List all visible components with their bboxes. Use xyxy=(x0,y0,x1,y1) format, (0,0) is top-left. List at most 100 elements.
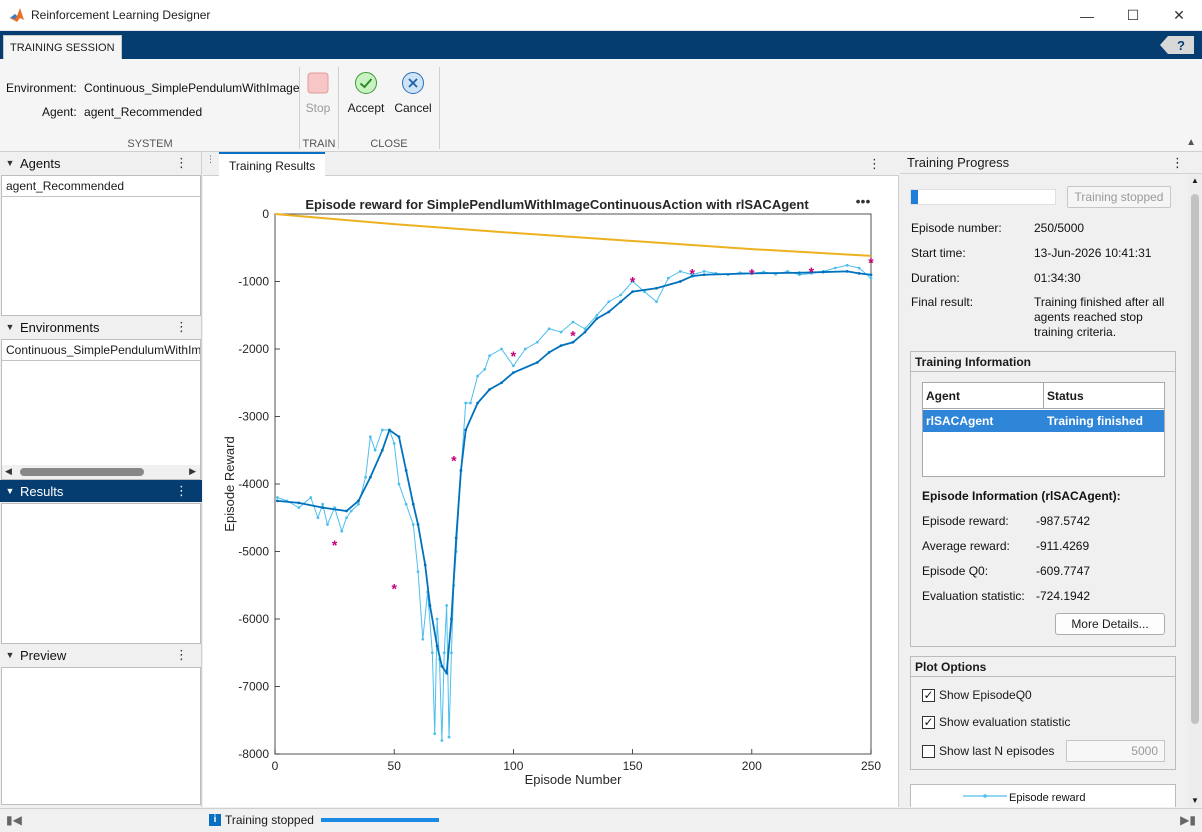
x-tick-label: 150 xyxy=(623,759,643,773)
toolstrip-tabs: TRAINING SESSION ? xyxy=(0,31,1202,59)
scrollbar-thumb[interactable] xyxy=(20,468,144,476)
data-point xyxy=(364,475,367,479)
last-n-episodes-field[interactable]: 5000 xyxy=(1066,740,1165,762)
system-section-label: SYSTEM xyxy=(127,138,173,150)
y-tick-label: -3000 xyxy=(238,410,269,424)
tab-training-results[interactable]: Training Results xyxy=(219,152,326,176)
environments-header-label: Environments xyxy=(20,319,100,335)
more-details-button[interactable]: More Details... xyxy=(1055,613,1165,635)
x-tick-label: 50 xyxy=(388,759,402,773)
minimize-button[interactable]: — xyxy=(1064,0,1110,31)
chevron-down-icon: ▼ xyxy=(5,650,15,660)
data-point xyxy=(469,401,472,405)
evaluation-statistic-point: * xyxy=(868,255,874,271)
toolstrip-divider xyxy=(439,67,440,149)
results-list xyxy=(1,503,201,644)
preview-header[interactable]: ▼ Preview ⋮ xyxy=(0,644,202,666)
evaluation-statistic-point: * xyxy=(809,264,815,280)
tab-training-session[interactable]: TRAINING SESSION xyxy=(3,35,122,59)
agents-header[interactable]: ▼ Agents ⋮ xyxy=(0,152,202,174)
data-point xyxy=(512,371,515,375)
accept-button[interactable]: Accept xyxy=(343,71,389,115)
agent-row: Agent: agent_Recommended xyxy=(42,105,202,119)
environment-value: Continuous_SimplePendulumWithImage xyxy=(84,81,300,95)
training-information-group: Training Information Agent Status rlSACA… xyxy=(910,351,1176,647)
duration-value: 01:34:30 xyxy=(1034,271,1081,285)
panel-title-label: Training Progress xyxy=(907,155,1010,170)
plot-frame xyxy=(274,213,872,755)
collapse-right-icon[interactable]: ▶▮ xyxy=(1180,813,1196,827)
duration-label: Duration: xyxy=(911,271,960,285)
data-point xyxy=(450,651,453,655)
more-options-icon[interactable]: ••• xyxy=(856,193,871,209)
results-header[interactable]: ▼ Results ⋮ xyxy=(0,480,202,502)
data-point xyxy=(845,269,849,273)
data-point xyxy=(583,330,587,334)
kebab-menu-icon[interactable]: ⋮ xyxy=(175,483,188,499)
data-point xyxy=(326,523,329,526)
environment-row: Environment: Continuous_SimplePendulumWi… xyxy=(6,81,300,95)
vertical-scrollbar[interactable]: ▲ ▼ xyxy=(1188,174,1202,807)
show-q0-checkbox[interactable]: ✓ Show EpisodeQ0 xyxy=(922,688,1032,702)
training-stopped-button[interactable]: Training stopped xyxy=(1067,186,1171,208)
training-progress-bar xyxy=(910,189,1056,205)
show-eval-label: Show evaluation statistic xyxy=(939,715,1071,729)
data-point xyxy=(297,506,301,510)
episode-q0-label: Episode Q0: xyxy=(922,564,989,578)
environments-header[interactable]: ▼ Environments ⋮ xyxy=(0,316,202,338)
scrollbar-thumb[interactable] xyxy=(1191,194,1199,724)
scroll-right-icon[interactable]: ▶ xyxy=(189,466,196,477)
toolstrip-divider xyxy=(338,67,339,149)
collapse-left-icon[interactable]: ▮◀ xyxy=(6,813,22,827)
stop-button[interactable]: Stop xyxy=(295,71,341,115)
list-item[interactable]: Continuous_SimplePendulumWithIm xyxy=(2,340,200,361)
y-tick-label: -7000 xyxy=(238,680,269,694)
data-point xyxy=(500,381,503,385)
collapse-toolstrip-icon[interactable]: ▲ xyxy=(1186,137,1196,148)
data-point xyxy=(535,361,539,364)
list-item[interactable]: agent_Recommended xyxy=(2,176,200,197)
scroll-up-icon[interactable]: ▲ xyxy=(1191,176,1199,185)
kebab-menu-icon[interactable]: ⋮ xyxy=(175,647,188,663)
y-tick-label: -2000 xyxy=(238,342,269,356)
drag-grip-icon[interactable]: ⋮ xyxy=(206,155,215,164)
kebab-menu-icon[interactable]: ⋮ xyxy=(1171,152,1184,174)
kebab-menu-icon[interactable]: ⋮ xyxy=(175,155,188,171)
maximize-button[interactable]: ☐ xyxy=(1110,0,1156,31)
document-tab-bar: ⋮ Training Results ⋮ xyxy=(203,152,899,176)
data-point xyxy=(357,502,360,506)
data-point xyxy=(702,273,706,277)
x-tick-label: 250 xyxy=(861,759,881,773)
data-point xyxy=(445,604,449,607)
data-point xyxy=(397,435,401,439)
data-point xyxy=(368,475,372,479)
horizontal-scrollbar[interactable]: ◀ ▶ xyxy=(2,465,200,479)
data-point xyxy=(345,509,348,513)
data-point xyxy=(397,482,401,486)
scroll-left-icon[interactable]: ◀ xyxy=(5,466,12,477)
start-time-value: 13-Jun-2026 10:41:31 xyxy=(1034,246,1152,260)
info-icon: i xyxy=(209,814,221,826)
status-bar: ▮◀ i Training stopped ▶▮ xyxy=(0,808,1202,832)
help-button[interactable]: ? xyxy=(1160,36,1194,54)
show-last-n-checkbox[interactable]: Show last N episodes xyxy=(922,744,1054,758)
close-window-button[interactable]: ✕ xyxy=(1156,0,1202,31)
kebab-menu-icon[interactable]: ⋮ xyxy=(868,156,881,172)
data-point xyxy=(404,469,408,472)
scroll-down-icon[interactable]: ▼ xyxy=(1191,796,1199,805)
episode-q0-value: -609.7747 xyxy=(1036,564,1091,578)
table-row[interactable]: rlSACAgent Training finished xyxy=(923,410,1164,432)
y-tick-label: -5000 xyxy=(238,545,269,559)
table-header-status[interactable]: Status xyxy=(1044,383,1164,409)
show-eval-checkbox[interactable]: ✓ Show evaluation statistic xyxy=(922,715,1070,729)
svg-text:?: ? xyxy=(1177,38,1185,53)
preview-header-label: Preview xyxy=(20,647,67,663)
kebab-menu-icon[interactable]: ⋮ xyxy=(175,319,188,335)
cancel-button[interactable]: Cancel xyxy=(390,71,436,115)
training-chart[interactable]: Episode reward for SimplePendlumWithImag… xyxy=(203,176,899,807)
evaluation-statistic-point: * xyxy=(451,452,457,468)
data-point xyxy=(833,266,837,270)
data-point xyxy=(340,529,344,533)
data-point xyxy=(445,671,449,675)
table-header-agent[interactable]: Agent xyxy=(923,383,1044,409)
